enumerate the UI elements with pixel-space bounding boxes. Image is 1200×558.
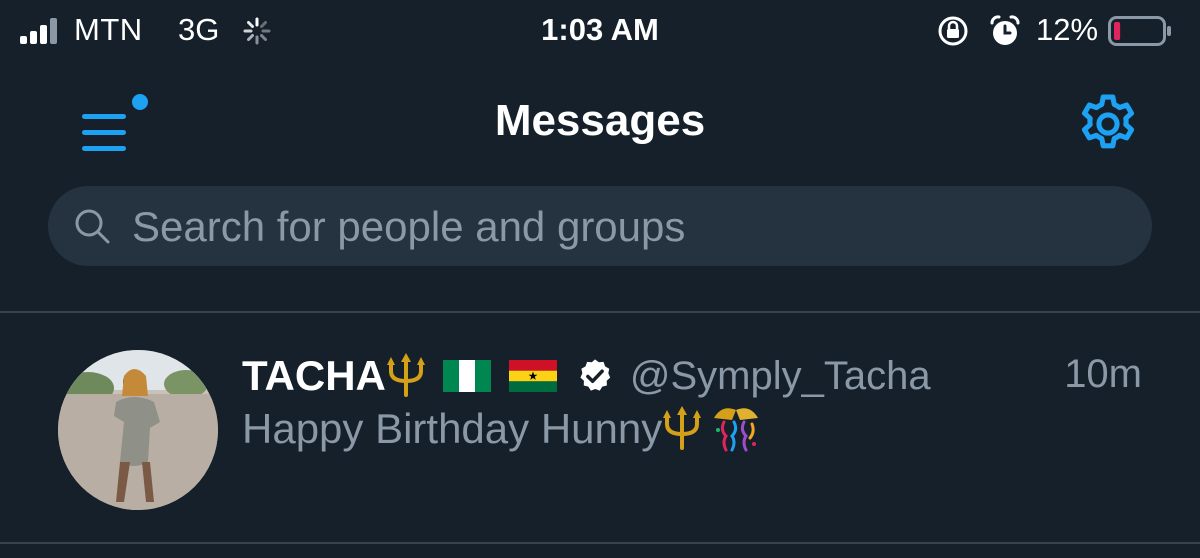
divider <box>0 542 1200 544</box>
confetti-ball-emoji <box>714 408 759 452</box>
battery-percent: 12% <box>1036 12 1099 47</box>
conversation-row[interactable]: TACHA @Symply_Tacha 10m Happy Birthday H… <box>0 314 1200 542</box>
contact-handle: @Symply_Tacha <box>629 353 931 398</box>
gear-icon[interactable] <box>1074 90 1142 158</box>
nigeria-flag-icon <box>442 360 492 392</box>
contact-name: TACHA <box>242 352 386 399</box>
rotation-lock-icon <box>938 16 968 46</box>
search-bar[interactable] <box>48 186 1152 266</box>
verified-badge-icon <box>580 359 611 391</box>
conversation-header: TACHA @Symply_Tacha <box>242 346 931 406</box>
avatar[interactable] <box>58 350 218 510</box>
header: Messages <box>0 64 1200 184</box>
search-input[interactable] <box>130 194 1114 260</box>
search-icon <box>75 209 110 244</box>
message-text: Happy Birthday Hunny <box>242 405 663 452</box>
trident-emoji <box>663 406 702 450</box>
message-timestamp: 10m <box>1064 352 1142 396</box>
alarm-icon <box>990 15 1020 45</box>
status-bar: MTN 3G 1:03 AM 12% <box>0 0 1200 64</box>
divider <box>0 311 1200 313</box>
battery-icon <box>1108 16 1171 46</box>
page-title: Messages <box>494 96 706 145</box>
trident-emoji <box>386 353 425 397</box>
ghana-flag-icon <box>508 360 558 392</box>
message-preview: Happy Birthday Hunny <box>242 404 764 454</box>
